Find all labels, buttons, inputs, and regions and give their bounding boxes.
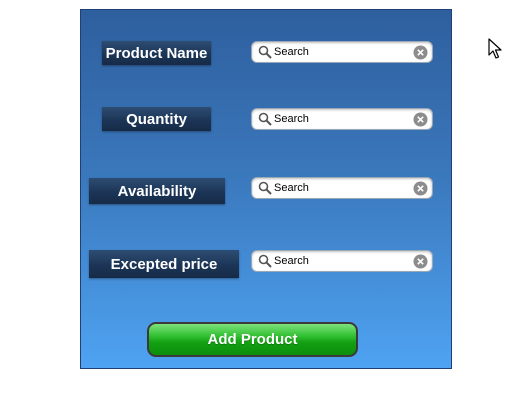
expected-price-label-text: Excepted price	[110, 255, 218, 273]
clear-icon[interactable]	[413, 254, 428, 269]
quantity-search-field[interactable]	[251, 108, 433, 130]
add-product-button[interactable]: Add Product	[147, 322, 358, 357]
page: Product Name Quantity	[0, 0, 530, 409]
clear-icon[interactable]	[413, 112, 428, 127]
quantity-label-text: Quantity	[126, 110, 187, 128]
product-form-panel: Product Name Quantity	[80, 9, 452, 369]
product-name-label-text: Product Name	[105, 44, 208, 62]
expected-price-search-input[interactable]	[274, 252, 404, 270]
add-product-button-label: Add Product	[207, 331, 298, 348]
mouse-cursor-icon	[488, 38, 502, 59]
availability-label-text: Availability	[117, 182, 197, 200]
availability-search-field[interactable]	[251, 177, 433, 199]
expected-price-search-field[interactable]	[251, 250, 433, 272]
clear-icon[interactable]	[413, 181, 428, 196]
availability-search-input[interactable]	[274, 179, 404, 197]
product-name-label: Product Name	[102, 41, 211, 65]
expected-price-label: Excepted price	[89, 250, 239, 278]
search-icon	[258, 112, 272, 126]
quantity-search-input[interactable]	[274, 110, 404, 128]
search-icon	[258, 181, 272, 195]
quantity-label: Quantity	[102, 107, 211, 131]
product-name-search-input[interactable]	[274, 43, 404, 61]
clear-icon[interactable]	[413, 45, 428, 60]
search-icon	[258, 254, 272, 268]
availability-label: Availability	[89, 178, 225, 204]
product-name-search-field[interactable]	[251, 41, 433, 63]
search-icon	[258, 45, 272, 59]
